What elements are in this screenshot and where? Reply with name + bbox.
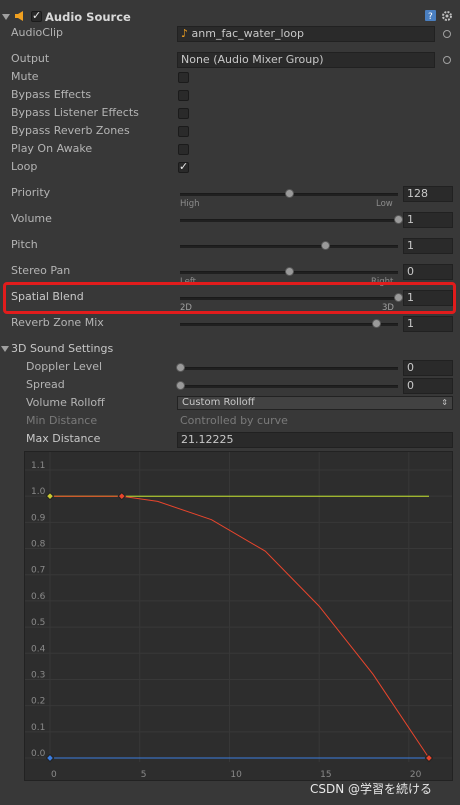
- max-distance-field[interactable]: 21.12225: [177, 432, 453, 448]
- component-enabled-checkbox[interactable]: [31, 9, 42, 22]
- graph-y-tick-label: 0.4: [31, 644, 46, 654]
- volume-rolloff-dropdown[interactable]: Custom Rolloff ⇕: [177, 396, 453, 410]
- audioclip-label: AudioClip: [11, 26, 64, 39]
- reverb-zone-mix-value-field[interactable]: 1: [403, 316, 453, 332]
- volume-label: Volume: [11, 212, 52, 225]
- svg-text:?: ?: [428, 12, 433, 21]
- pitch-slider-thumb[interactable]: [320, 241, 330, 250]
- priority-label: Priority: [11, 186, 51, 199]
- stereo-pan-value-field[interactable]: 0: [403, 264, 453, 280]
- loop-label: Loop: [11, 160, 38, 173]
- graph-x-tick-label: 15: [320, 770, 331, 780]
- curve-keyframe: [45, 491, 55, 501]
- help-book-icon[interactable]: ?: [425, 10, 436, 22]
- pitch-slider-track[interactable]: [180, 245, 398, 248]
- graph-x-tick-label: 0: [51, 770, 57, 780]
- graph-y-tick-label: 0.6: [31, 592, 46, 602]
- audioclip-field[interactable]: ♪ anm_fac_water_loop: [177, 26, 435, 42]
- play-on-awake-label: Play On Awake: [11, 142, 93, 155]
- mute-label: Mute: [11, 70, 39, 83]
- component-foldout-arrow[interactable]: [2, 14, 10, 20]
- volume-rolloff-value: Custom Rolloff: [182, 397, 255, 408]
- dropdown-arrows-icon: ⇕: [441, 398, 448, 407]
- spread-slider-thumb[interactable]: [175, 381, 185, 390]
- output-object-picker[interactable]: [443, 56, 451, 64]
- volume-value-field[interactable]: 1: [403, 212, 453, 228]
- graph-y-tick-label: 0.7: [31, 566, 45, 576]
- graph-y-tick-label: 0.5: [31, 618, 45, 628]
- sound3d-title[interactable]: 3D Sound Settings: [11, 341, 113, 357]
- bypass-listener-effects-checkbox[interactable]: [178, 108, 189, 119]
- graph-y-tick-label: 0.2: [31, 697, 45, 707]
- bypass-effects-checkbox[interactable]: [178, 90, 189, 101]
- priority-high-caption: High: [180, 199, 200, 209]
- play-on-awake-checkbox[interactable]: [178, 144, 189, 155]
- watermark: CSDN @学習を続ける: [310, 782, 433, 796]
- stereo-pan-label: Stereo Pan: [11, 264, 71, 277]
- bypass-reverb-zones-checkbox[interactable]: [178, 126, 189, 137]
- min-distance-value: Controlled by curve: [180, 414, 288, 427]
- audio-file-icon: ♪: [181, 27, 189, 40]
- pitch-value-field[interactable]: 1: [403, 238, 453, 254]
- curve-keyframe: [424, 753, 434, 763]
- doppler-level-label: Doppler Level: [26, 360, 103, 373]
- graph-x-tick-label: 5: [141, 770, 147, 780]
- mute-checkbox[interactable]: [178, 72, 189, 83]
- audioclip-value: anm_fac_water_loop: [191, 27, 304, 40]
- max-distance-label: Max Distance: [26, 432, 101, 445]
- reverb-zone-mix-slider-thumb[interactable]: [371, 319, 381, 328]
- reverb-zone-mix-label: Reverb Zone Mix: [11, 316, 104, 329]
- min-distance-label: Min Distance: [26, 414, 98, 427]
- priority-slider-thumb[interactable]: [284, 189, 294, 198]
- speaker-icon: [14, 10, 26, 22]
- doppler-level-slider-track[interactable]: [180, 367, 398, 370]
- pitch-label: Pitch: [11, 238, 38, 251]
- doppler-level-value-field[interactable]: 0: [403, 360, 453, 376]
- graph-y-tick-label: 0.0: [31, 749, 46, 759]
- stereo-pan-slider-thumb[interactable]: [284, 267, 294, 276]
- graph-x-tick-label: 10: [230, 770, 242, 780]
- spread-slider-track[interactable]: [180, 385, 398, 388]
- curve-keyframe: [117, 491, 127, 501]
- graph-y-tick-label: 0.9: [31, 513, 46, 523]
- volume-slider-track[interactable]: [180, 219, 398, 222]
- sound3d-foldout-arrow[interactable]: [1, 346, 9, 352]
- bypass-effects-label: Bypass Effects: [11, 88, 92, 101]
- priority-value-field[interactable]: 128: [403, 186, 453, 202]
- graph-y-tick-label: 1.1: [31, 461, 45, 471]
- rolloff-graph-svg[interactable]: 0.0 0.1 0.2 0.3 0.4 0.5 0.6 0.7 0.8 0.9 1.0 1.1 0 5 10…: [25, 452, 452, 791]
- spatial-blend-highlight: [3, 282, 456, 314]
- graph-y-tick-label: 0.8: [31, 540, 46, 550]
- component-title: Audio Source: [45, 10, 131, 24]
- volume-rolloff-label: Volume Rolloff: [26, 396, 105, 409]
- output-field[interactable]: None (Audio Mixer Group): [177, 52, 435, 68]
- graph-x-tick-label: 20: [410, 770, 422, 780]
- reverb-zone-mix-slider-track[interactable]: [180, 323, 398, 326]
- volume-slider-thumb[interactable]: [393, 215, 403, 224]
- gear-icon[interactable]: [441, 10, 453, 22]
- graph-y-tick-label: 0.3: [31, 670, 45, 680]
- bypass-reverb-zones-label: Bypass Reverb Zones: [11, 124, 130, 137]
- output-label: Output: [11, 52, 50, 65]
- loop-checkbox[interactable]: [178, 160, 189, 173]
- curve-keyframe: [45, 753, 55, 763]
- graph-y-tick-label: 0.1: [31, 723, 45, 733]
- doppler-level-slider-thumb[interactable]: [175, 363, 185, 372]
- spread-label: Spread: [26, 378, 65, 391]
- rolloff-graph[interactable]: 0.0 0.1 0.2 0.3 0.4 0.5 0.6 0.7 0.8 0.9 1.0 1.1 0 5 10…: [24, 451, 453, 791]
- bypass-listener-effects-label: Bypass Listener Effects: [11, 106, 139, 119]
- spread-value-field[interactable]: 0: [403, 378, 453, 394]
- graph-y-tick-label: 1.0: [31, 487, 46, 497]
- priority-low-caption: Low: [376, 199, 393, 209]
- audioclip-object-picker[interactable]: [443, 30, 451, 38]
